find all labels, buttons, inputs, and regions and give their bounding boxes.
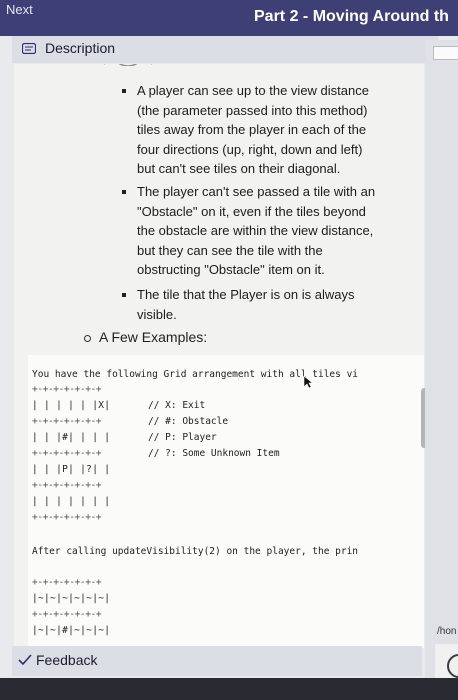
grid-border-line: +-+-+-+-+-+-+ <box>32 416 102 427</box>
legend-line: // P: Player <box>148 432 217 443</box>
legend-line: // X: Exit <box>148 400 206 411</box>
code-block: You have the following Grid arrangement … <box>28 355 424 648</box>
grid-border-line: +-+-+-+-+-+-+ <box>32 512 102 523</box>
description-section-header[interactable]: Description <box>12 36 438 63</box>
bullet-line: "Obstacle" on it, even if the tiles beyo… <box>137 203 366 219</box>
mouse-cursor-icon <box>303 375 313 389</box>
legend-line: // #: Obstacle <box>148 416 229 427</box>
page-title: Part 2 - Moving Around th <box>254 8 449 25</box>
bullet-line: visible. <box>137 306 177 322</box>
legend-line: // ?: Some Unknown Item <box>148 448 280 459</box>
description-label: Description <box>45 40 116 56</box>
bullet-line: but they can see the tile with the <box>137 242 323 258</box>
code-after-line: After calling updateVisibility(2) on the… <box>32 546 359 557</box>
grid-border-line: +-+-+-+-+-+-+ <box>32 577 102 588</box>
screen: Next Part 2 - Moving Around th Descripti… <box>0 0 458 700</box>
description-content: A player can see up to the view distance… <box>14 64 424 648</box>
bullet-line: A player can see up to the view distance <box>137 83 369 98</box>
bullet-line: but can't see tiles on their diagonal. <box>137 161 341 176</box>
examples-subheading: A Few Examples: <box>84 329 207 345</box>
feedback-section-header[interactable]: Feedback <box>12 646 422 676</box>
grid-row: |~|~|#|~|~|~| <box>32 625 111 636</box>
next-button[interactable]: Next <box>6 2 33 17</box>
grid-border-line: +-+-+-+-+-+-+ <box>32 448 102 459</box>
examples-label: A Few Examples: <box>99 329 208 345</box>
grid-row: |~|~|~|~|~|~| <box>32 593 111 604</box>
check-icon <box>18 654 32 666</box>
right-panel-tab[interactable] <box>433 46 458 60</box>
grid-border-line: +-+-+-+-+-+-+ <box>32 480 102 491</box>
bullet-marker <box>122 190 126 194</box>
hollow-bullet-icon <box>84 334 91 342</box>
bullet-line: the obstacle are within the view distanc… <box>137 223 374 238</box>
top-bar: Next Part 2 - Moving Around th <box>0 0 458 36</box>
feedback-label: Feedback <box>36 652 98 668</box>
cutoff-text-fragment <box>104 64 152 66</box>
bullet-line: The player can't see passed a tile with … <box>137 184 376 199</box>
grid-row: | | | | | |X| <box>32 400 111 411</box>
bullet-line: (the parameter passed into this method) <box>137 102 368 118</box>
bullet-marker <box>122 293 126 297</box>
bullet-line: The tile that the Player is on is always <box>137 287 355 302</box>
bullet-marker <box>122 89 126 93</box>
bottom-edge <box>0 678 458 700</box>
bullet-line: tiles away from the player in each of th… <box>137 122 367 137</box>
grid-row: | | | | | | | <box>32 496 111 507</box>
bullet-line: obstructing "Obstacle" item on it. <box>137 262 325 277</box>
grid-row: | | |P| |?| | <box>32 464 111 475</box>
grid-border-line: +-+-+-+-+-+-+ <box>32 609 102 620</box>
right-panel-path-text: /hon <box>437 626 457 637</box>
bullet-line: four directions (up, right, down and lef… <box>137 141 363 157</box>
grid-row: | | |#| | | | <box>32 432 111 443</box>
right-panel: /hon <box>425 40 458 680</box>
grid-border-line: +-+-+-+-+-+-+ <box>32 384 102 395</box>
description-icon <box>22 43 36 54</box>
